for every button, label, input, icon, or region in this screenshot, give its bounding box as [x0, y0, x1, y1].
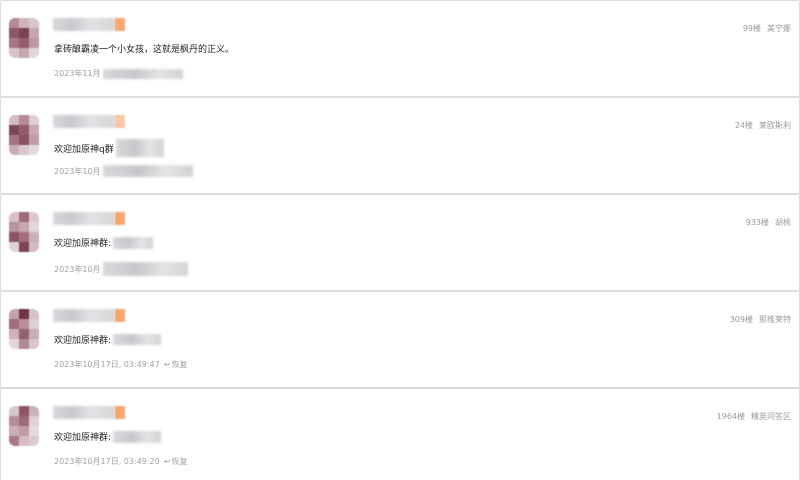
- floor-number: 24楼: [734, 121, 753, 130]
- comment-date: 2023年10月17日, 03:49:47: [54, 360, 160, 369]
- comment-text: 欢迎加原神群:: [54, 236, 154, 249]
- avatar[interactable]: [9, 18, 39, 58]
- floor-number: 1964楼: [716, 412, 745, 421]
- reply-arrow-icon: ↩: [163, 360, 171, 369]
- comment-date: 2023年11月: [54, 69, 101, 78]
- username-redacted[interactable]: [53, 309, 125, 322]
- comment-date: 2023年10月: [54, 264, 101, 274]
- username-redacted[interactable]: [53, 406, 125, 419]
- comment-text-value: 欢迎加原神群:: [54, 239, 112, 249]
- comment-meta: 2023年10月: [54, 165, 193, 177]
- location-label: 莱欧斯利: [759, 121, 791, 130]
- redacted-content: [113, 236, 154, 249]
- comment-text-value: 欢迎加原神q群: [54, 144, 114, 155]
- redacted-date: [102, 262, 188, 276]
- floor-number: 309楼: [729, 315, 753, 324]
- level-badge: [115, 212, 125, 225]
- redacted-date: [102, 165, 193, 177]
- comment-card: 99楼 美宁娜 拿砖酿霸凌一个小女孩，这就是枫丹的正义。 2023年11月: [0, 0, 800, 97]
- redacted-date: [102, 68, 183, 79]
- avatar[interactable]: [9, 309, 39, 349]
- username-redacted[interactable]: [53, 115, 125, 128]
- location-label: 那维莱特: [759, 315, 791, 324]
- comment-text: 欢迎加原神群:: [54, 333, 162, 346]
- location-label: 胡桃: [775, 218, 791, 227]
- level-badge: [115, 406, 125, 419]
- redacted-content: [113, 334, 162, 345]
- reply-arrow-icon: ↩: [163, 457, 171, 466]
- comment-meta: 2023年11月: [54, 68, 183, 79]
- comment-text-value: 欢迎加原神群:: [54, 433, 112, 443]
- comment-card: 24楼 莱欧斯利 欢迎加原神q群 2023年10月: [0, 97, 800, 194]
- floor-info: 1964楼 精英问答区: [717, 411, 791, 422]
- comment-meta: 2023年10月17日, 03:49:20 ↩恢复: [54, 456, 187, 467]
- restore-button[interactable]: ↩恢复: [164, 359, 188, 370]
- username-redacted[interactable]: [53, 212, 125, 225]
- restore-label: 恢复: [171, 360, 188, 369]
- comment-list: 99楼 美宁娜 拿砖酿霸凌一个小女孩，这就是枫丹的正义。 2023年11月 24楼…: [0, 0, 800, 480]
- floor-info: 309楼 那维莱特: [730, 314, 791, 325]
- level-badge: [115, 309, 125, 322]
- comment-card: 1964楼 精英问答区 欢迎加原神群: 2023年10月17日, 03:49:20…: [0, 388, 800, 480]
- location-label: 精英问答区: [751, 412, 791, 421]
- comment-text-value: 欢迎加原神群:: [54, 336, 112, 346]
- redacted-content: [115, 139, 164, 157]
- comment-card: 933楼 胡桃 欢迎加原神群: 2023年10月: [0, 194, 800, 291]
- redacted-content: [113, 430, 162, 443]
- floor-info: 24楼 莱欧斯利: [735, 120, 791, 131]
- comment-date: 2023年10月: [54, 166, 101, 176]
- comment-card: 309楼 那维莱特 欢迎加原神群: 2023年10月17日, 03:49:47 ↩…: [0, 291, 800, 388]
- comment-text-value: 拿砖酿霸凌一个小女孩，这就是枫丹的正义。: [54, 45, 235, 55]
- comment-meta: 2023年10月: [54, 262, 188, 276]
- avatar[interactable]: [9, 212, 39, 252]
- floor-info: 933楼 胡桃: [746, 217, 791, 228]
- comment-text: 拿砖酿霸凌一个小女孩，这就是枫丹的正义。: [54, 42, 234, 55]
- restore-button[interactable]: ↩恢复: [164, 456, 188, 467]
- comment-meta: 2023年10月17日, 03:49:47 ↩恢复: [54, 359, 187, 370]
- level-badge: [115, 18, 125, 31]
- avatar[interactable]: [9, 406, 39, 446]
- restore-label: 恢复: [171, 457, 188, 466]
- location-label: 美宁娜: [767, 24, 791, 33]
- floor-info: 99楼 美宁娜: [743, 23, 791, 34]
- comment-date: 2023年10月17日, 03:49:20: [54, 457, 160, 466]
- username-redacted[interactable]: [53, 18, 125, 31]
- comment-text: 欢迎加原神群:: [54, 430, 162, 443]
- avatar[interactable]: [9, 115, 39, 155]
- floor-number: 933楼: [745, 218, 769, 227]
- floor-number: 99楼: [742, 24, 761, 33]
- level-badge: [115, 115, 125, 128]
- comment-text: 欢迎加原神q群: [54, 139, 164, 157]
